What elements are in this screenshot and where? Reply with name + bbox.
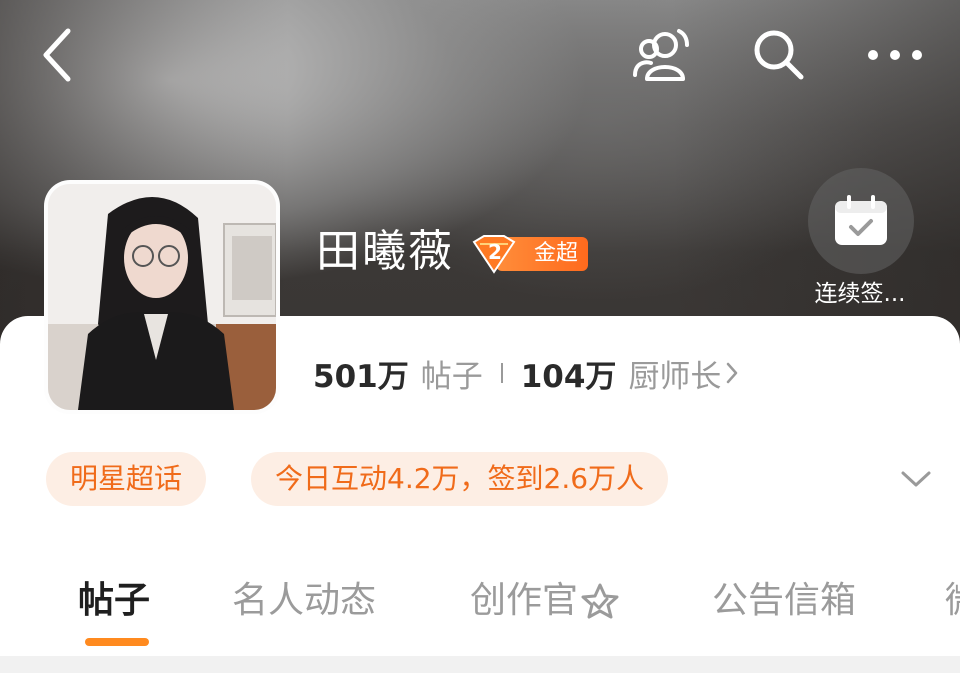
chevron-right-icon bbox=[727, 362, 738, 384]
profile-name: 田曦薇 bbox=[316, 226, 454, 277]
back-button[interactable] bbox=[28, 20, 88, 90]
checkin-button[interactable] bbox=[808, 168, 914, 274]
checkin-label: 连续签... bbox=[814, 281, 906, 307]
chevron-left-icon bbox=[43, 28, 71, 82]
avatar[interactable] bbox=[44, 180, 280, 414]
search-button[interactable] bbox=[745, 20, 813, 90]
tab-creator[interactable]: 创作官 bbox=[470, 566, 620, 636]
level-badge[interactable]: 金超 2 bbox=[470, 234, 588, 274]
tab-posts[interactable]: 帖子 bbox=[78, 566, 150, 636]
calendar-check-icon bbox=[835, 195, 887, 245]
activity-tag[interactable]: 今日互动4.2万，签到2.6万人 bbox=[251, 452, 669, 506]
expand-button[interactable] bbox=[888, 452, 944, 506]
search-icon bbox=[754, 30, 804, 80]
star-badge-icon bbox=[581, 583, 619, 619]
stats-row: 501万 帖子 104万 厨师长 bbox=[313, 350, 739, 396]
avatar-image bbox=[48, 184, 276, 410]
category-tag[interactable]: 明星超话 bbox=[46, 452, 207, 506]
tab-creator-label: 创作官 bbox=[470, 580, 579, 621]
chevron-down-icon bbox=[901, 471, 931, 487]
posts-count: 501万 bbox=[313, 358, 409, 395]
tab-more[interactable]: 微 bbox=[945, 566, 960, 636]
posts-label: 帖子 bbox=[420, 358, 483, 395]
tab-bar: 帖子 名人动态 创作官 公告信箱 微 bbox=[0, 566, 960, 646]
content-divider bbox=[0, 656, 960, 673]
followers-link[interactable]: 104万 厨师长 bbox=[521, 351, 740, 396]
friends-button[interactable] bbox=[625, 20, 697, 90]
more-icon bbox=[868, 50, 922, 60]
friends-icon bbox=[633, 29, 689, 81]
followers-label: 厨师长 bbox=[628, 358, 722, 395]
followers-count: 104万 bbox=[520, 358, 617, 395]
badge-level: 2 bbox=[488, 240, 502, 264]
stats-divider bbox=[500, 363, 503, 383]
tab-announcements[interactable]: 公告信箱 bbox=[712, 566, 856, 636]
tab-celebrity-news[interactable]: 名人动态 bbox=[232, 566, 376, 636]
active-tab-indicator bbox=[85, 638, 149, 646]
more-button[interactable] bbox=[858, 20, 932, 90]
